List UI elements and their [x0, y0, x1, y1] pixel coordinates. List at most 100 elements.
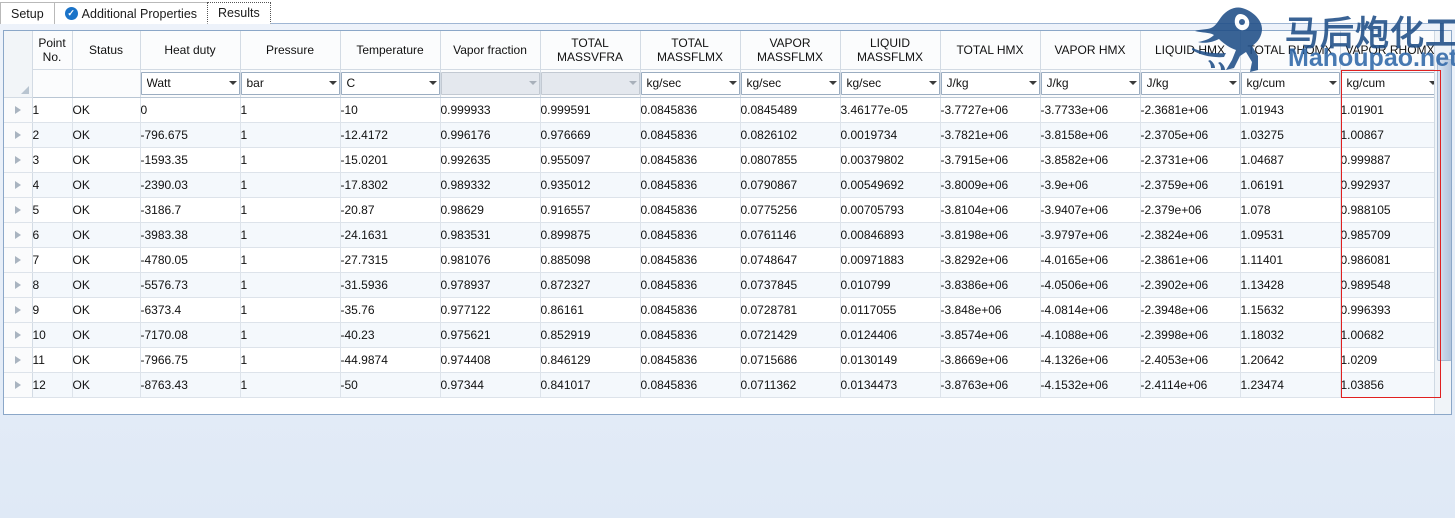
- cell-total-hmx[interactable]: -3.8009e+06: [940, 172, 1041, 198]
- tab-additional-properties[interactable]: ✓ Additional Properties: [53, 2, 209, 24]
- cell-heat-duty[interactable]: -3983.38: [139, 222, 241, 248]
- cell-vapor-rhomx[interactable]: 1.0209: [1340, 347, 1436, 373]
- table-row[interactable]: 1 OK 0 1 -10 0.999933 0.999591 0.0845836 0.08454…: [4, 97, 1436, 123]
- cell-pressure[interactable]: 1: [240, 272, 341, 298]
- cell-total-massvfra[interactable]: 0.899875: [540, 222, 641, 248]
- cell-total-massflmx[interactable]: 0.0845836: [640, 272, 741, 298]
- cell-total-massflmx[interactable]: 0.0845836: [640, 247, 741, 273]
- cell-total-hmx[interactable]: -3.8763e+06: [940, 372, 1041, 398]
- cell-vapor-massflmx[interactable]: 0.0790867: [740, 172, 841, 198]
- cell-point-no[interactable]: 11: [32, 347, 73, 373]
- cell-vapor-hmx[interactable]: -4.0814e+06: [1040, 297, 1141, 323]
- column-header-vapor-rhomx[interactable]: VAPOR RHOMX: [1340, 31, 1436, 70]
- cell-vapor-hmx[interactable]: -3.7733e+06: [1040, 97, 1141, 123]
- cell-point-no[interactable]: 1: [32, 97, 73, 123]
- cell-vapor-rhomx[interactable]: 0.992937: [1340, 172, 1436, 198]
- tab-results[interactable]: Results: [207, 2, 271, 24]
- cell-temperature[interactable]: -15.0201: [340, 147, 441, 173]
- cell-vapor-massflmx[interactable]: 0.0711362: [740, 372, 841, 398]
- cell-vapor-fraction[interactable]: 0.97344: [440, 372, 541, 398]
- cell-total-hmx[interactable]: -3.7727e+06: [940, 97, 1041, 123]
- cell-status[interactable]: OK: [72, 97, 141, 123]
- table-row[interactable]: 6 OK -3983.38 1 -24.1631 0.983531 0.899875 0.08…: [4, 222, 1436, 248]
- cell-vapor-fraction[interactable]: 0.981076: [440, 247, 541, 273]
- cell-point-no[interactable]: 8: [32, 272, 73, 298]
- cell-point-no[interactable]: 9: [32, 297, 73, 323]
- cell-liquid-hmx[interactable]: -2.3861e+06: [1140, 247, 1241, 273]
- cell-status[interactable]: OK: [72, 372, 141, 398]
- cell-vapor-hmx[interactable]: -3.8158e+06: [1040, 122, 1141, 148]
- cell-liquid-hmx[interactable]: -2.3705e+06: [1140, 122, 1241, 148]
- cell-vapor-fraction[interactable]: 0.992635: [440, 147, 541, 173]
- table-row[interactable]: 11 OK -7966.75 1 -44.9874 0.974408 0.846129 0.0…: [4, 347, 1436, 373]
- cell-vapor-hmx[interactable]: -4.1088e+06: [1040, 322, 1141, 348]
- unit-select-total-massflmx[interactable]: kg/sec: [640, 71, 740, 95]
- cell-point-no[interactable]: 5: [32, 197, 73, 223]
- cell-total-massflmx[interactable]: 0.0845836: [640, 297, 741, 323]
- cell-vapor-rhomx[interactable]: 0.985709: [1340, 222, 1436, 248]
- unit-select-pressure[interactable]: bar: [240, 71, 340, 95]
- cell-total-massflmx[interactable]: 0.0845836: [640, 172, 741, 198]
- row-selector[interactable]: [4, 172, 33, 198]
- cell-point-no[interactable]: 7: [32, 247, 73, 273]
- cell-heat-duty[interactable]: -8763.43: [139, 372, 241, 398]
- table-row[interactable]: 12 OK -8763.43 1 -50 0.97344 0.841017 0.0845836…: [4, 372, 1436, 398]
- cell-vapor-massflmx[interactable]: 0.0748647: [740, 247, 841, 273]
- cell-heat-duty[interactable]: -7966.75: [139, 347, 241, 373]
- cell-heat-duty[interactable]: -5576.73: [139, 272, 241, 298]
- cell-vapor-fraction[interactable]: 0.98629: [440, 197, 541, 223]
- cell-pressure[interactable]: 1: [240, 147, 341, 173]
- cell-temperature[interactable]: -12.4172: [340, 122, 441, 148]
- cell-total-hmx[interactable]: -3.7915e+06: [940, 147, 1041, 173]
- cell-vapor-hmx[interactable]: -3.9e+06: [1040, 172, 1141, 198]
- cell-total-rhomx[interactable]: 1.04687: [1240, 147, 1341, 173]
- unit-select-vapor-hmx[interactable]: J/kg: [1040, 71, 1140, 95]
- cell-pressure[interactable]: 1: [240, 247, 341, 273]
- row-selector[interactable]: [4, 297, 33, 323]
- cell-liquid-hmx[interactable]: -2.3681e+06: [1140, 97, 1241, 123]
- vertical-scrollbar[interactable]: [1434, 31, 1451, 414]
- cell-total-massflmx[interactable]: 0.0845836: [640, 197, 741, 223]
- cell-vapor-hmx[interactable]: -4.1532e+06: [1040, 372, 1141, 398]
- cell-point-no[interactable]: 10: [32, 322, 73, 348]
- unit-select-heat-duty[interactable]: Watt: [140, 71, 240, 95]
- column-header-total-hmx[interactable]: TOTAL HMX: [940, 31, 1041, 70]
- unit-select-vapor-massflmx[interactable]: kg/sec: [740, 71, 840, 95]
- row-selector[interactable]: [4, 247, 33, 273]
- cell-vapor-fraction[interactable]: 0.975621: [440, 322, 541, 348]
- cell-status[interactable]: OK: [72, 147, 141, 173]
- cell-total-massflmx[interactable]: 0.0845836: [640, 372, 741, 398]
- cell-vapor-massflmx[interactable]: 0.0807855: [740, 147, 841, 173]
- row-selector[interactable]: [4, 372, 33, 398]
- cell-total-rhomx[interactable]: 1.09531: [1240, 222, 1341, 248]
- unit-select-liquid-hmx[interactable]: J/kg: [1140, 71, 1240, 95]
- cell-vapor-rhomx[interactable]: 0.996393: [1340, 297, 1436, 323]
- cell-vapor-fraction[interactable]: 0.978937: [440, 272, 541, 298]
- cell-temperature[interactable]: -27.7315: [340, 247, 441, 273]
- cell-liquid-massflmx[interactable]: 0.00549692: [840, 172, 941, 198]
- cell-heat-duty[interactable]: -796.675: [139, 122, 241, 148]
- column-header-vapor-massflmx[interactable]: VAPOR MASSFLMX: [740, 31, 841, 70]
- cell-liquid-hmx[interactable]: -2.3902e+06: [1140, 272, 1241, 298]
- table-row[interactable]: 7 OK -4780.05 1 -27.7315 0.981076 0.885098 0.08…: [4, 247, 1436, 273]
- row-selector[interactable]: [4, 347, 33, 373]
- cell-total-massvfra[interactable]: 0.872327: [540, 272, 641, 298]
- cell-heat-duty[interactable]: -1593.35: [139, 147, 241, 173]
- cell-total-rhomx[interactable]: 1.13428: [1240, 272, 1341, 298]
- cell-total-hmx[interactable]: -3.8104e+06: [940, 197, 1041, 223]
- cell-pressure[interactable]: 1: [240, 172, 341, 198]
- cell-vapor-rhomx[interactable]: 0.989548: [1340, 272, 1436, 298]
- cell-point-no[interactable]: 4: [32, 172, 73, 198]
- cell-total-massvfra[interactable]: 0.999591: [540, 97, 641, 123]
- select-all-corner[interactable]: [4, 31, 33, 98]
- cell-pressure[interactable]: 1: [240, 97, 341, 123]
- table-row[interactable]: 10 OK -7170.08 1 -40.23 0.975621 0.852919 0.084…: [4, 322, 1436, 348]
- row-selector[interactable]: [4, 222, 33, 248]
- chevron-down-icon[interactable]: [728, 81, 737, 85]
- table-row[interactable]: 2 OK -796.675 1 -12.4172 0.996176 0.976669 0.08…: [4, 122, 1436, 148]
- unit-select-liquid-massflmx[interactable]: kg/sec: [840, 71, 940, 95]
- cell-liquid-massflmx[interactable]: 0.00971883: [840, 247, 941, 273]
- chevron-down-icon[interactable]: [228, 81, 237, 85]
- cell-vapor-massflmx[interactable]: 0.0845489: [740, 97, 841, 123]
- cell-liquid-massflmx[interactable]: 0.0019734: [840, 122, 941, 148]
